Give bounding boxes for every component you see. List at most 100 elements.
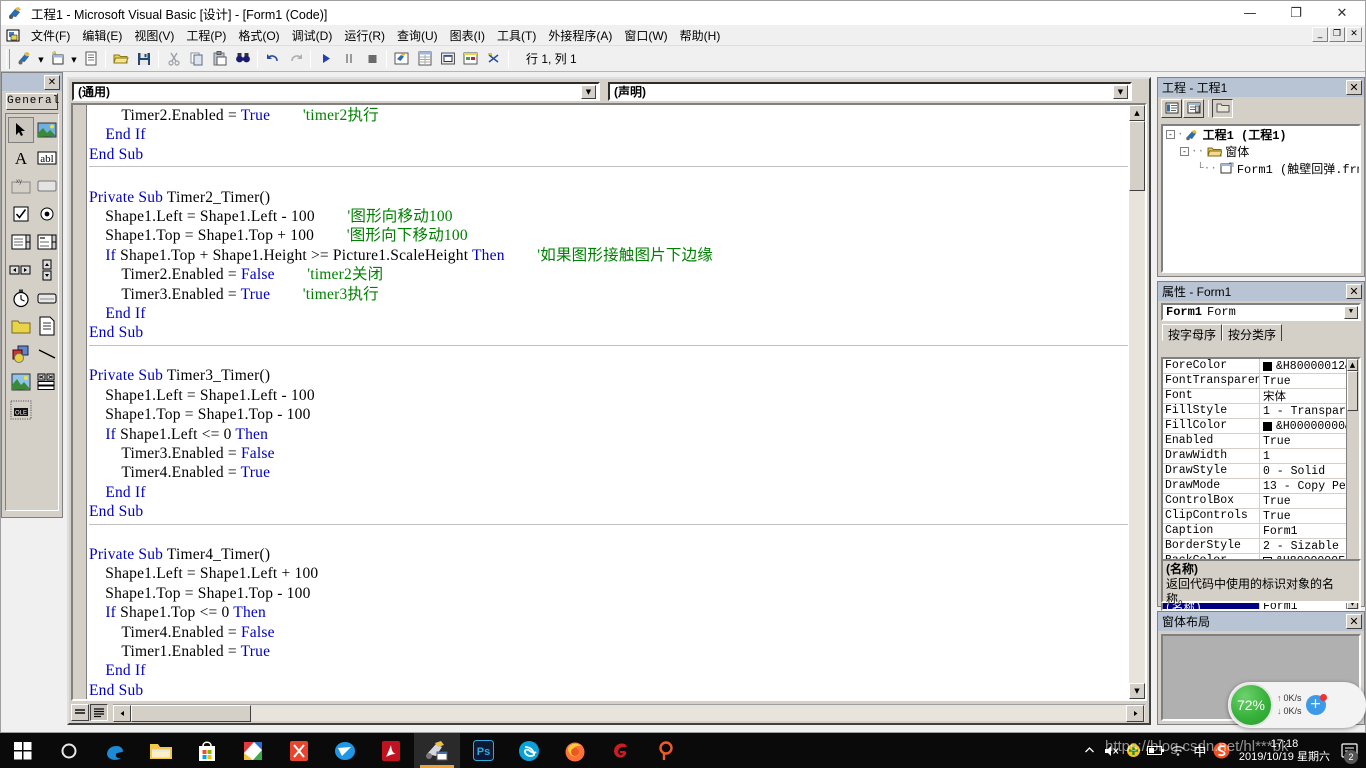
menu-item-run[interactable]: 运行(R) [338, 25, 391, 46]
foxmail-icon[interactable] [322, 733, 368, 768]
procedure-view-icon[interactable] [71, 703, 89, 721]
scroll-left-arrow-icon[interactable] [113, 704, 131, 722]
tab-categorized[interactable]: 按分类序 [1222, 324, 1283, 342]
label-icon[interactable]: A [8, 145, 34, 171]
tray-expand-chevron-icon[interactable] [1079, 733, 1101, 768]
end-icon[interactable] [360, 48, 383, 70]
property-value[interactable]: Form1 [1260, 524, 1359, 538]
checkbox-icon[interactable] [8, 201, 34, 227]
property-value[interactable]: &H00000000& [1260, 419, 1359, 433]
property-row[interactable]: DrawMode 13 - Copy Pen [1163, 479, 1359, 494]
everything-search-icon[interactable] [644, 733, 690, 768]
property-row[interactable]: Font 宋体 [1163, 389, 1359, 404]
horizontal-scroll-thumb[interactable] [131, 704, 251, 722]
mdi-restore-button[interactable]: ❐ [1329, 27, 1345, 42]
window-maximize-button[interactable]: ❐ [1273, 1, 1319, 25]
add-form-dropdown-icon[interactable]: ▼ [69, 48, 79, 70]
property-row[interactable]: ForeColor &H80000012& [1163, 359, 1359, 374]
property-row[interactable]: DrawStyle 0 - Solid [1163, 464, 1359, 479]
tree-node-form1[interactable]: └·· Form1 (触壁回弹.frm) [1163, 160, 1359, 177]
break-icon[interactable] [337, 48, 360, 70]
properties-object-combobox[interactable]: Form1 Form ▼ [1161, 303, 1361, 321]
sogou-ime-icon[interactable] [1211, 733, 1233, 768]
object-combobox[interactable]: (通用) ▼ [72, 81, 600, 101]
properties-object-dropdown-arrow-icon[interactable]: ▼ [1344, 306, 1358, 319]
microsoft-store-icon[interactable] [184, 733, 230, 768]
menu-editor-icon[interactable] [79, 48, 102, 70]
menu-item-edit[interactable]: 编辑(E) [76, 25, 128, 46]
firefox-icon[interactable] [552, 733, 598, 768]
find-icon[interactable] [231, 48, 254, 70]
property-value[interactable]: 0 - Solid [1260, 464, 1359, 478]
properties-scroll-thumb[interactable] [1347, 371, 1358, 411]
menu-item-debug[interactable]: 调试(D) [286, 25, 339, 46]
menu-item-help[interactable]: 帮助(H) [674, 25, 727, 46]
code-editor-area[interactable]: Timer2.Enabled = True 'timer2执行 End If En… [71, 103, 1147, 701]
property-row[interactable]: FillColor &H00000000& [1163, 419, 1359, 434]
object-combobox-arrow-icon[interactable]: ▼ [581, 84, 596, 99]
filelistbox-icon[interactable] [34, 313, 60, 339]
tree-expander-icon[interactable]: - [1180, 147, 1189, 156]
toolbox-icon[interactable] [482, 48, 505, 70]
tree-node-forms[interactable]: - ·· 窗体 [1163, 143, 1359, 160]
add-form-icon[interactable] [46, 48, 69, 70]
dirlistbox-icon[interactable] [8, 313, 34, 339]
ime-language-indicator[interactable]: 中 [1189, 733, 1211, 768]
notification-center-icon[interactable]: 2 [1336, 733, 1362, 768]
pointer-icon[interactable] [8, 117, 34, 143]
project-explorer-tree[interactable]: - · 工程1 (工程1) - ·· 窗体 └·· Form1 (触壁回弹.fr… [1161, 124, 1361, 273]
volume-muted-icon[interactable] [1101, 733, 1123, 768]
photoshop-icon[interactable]: Ps [460, 733, 506, 768]
security-shield-icon[interactable] [1123, 733, 1145, 768]
tree-node-project[interactable]: - · 工程1 (工程1) [1163, 126, 1359, 143]
menu-item-query[interactable]: 查询(U) [391, 25, 444, 46]
property-row[interactable]: DrawWidth 1 [1163, 449, 1359, 464]
drivelistbox-icon[interactable] [34, 285, 60, 311]
edge-browser-icon[interactable] [92, 733, 138, 768]
menu-item-window[interactable]: 窗口(W) [618, 25, 673, 46]
property-row[interactable]: ControlBox True [1163, 494, 1359, 509]
adobe-reader-icon[interactable] [368, 733, 414, 768]
property-value[interactable]: True [1260, 494, 1359, 508]
toolbox-tab-general[interactable]: General [6, 93, 59, 110]
full-module-view-icon[interactable] [90, 703, 108, 721]
redo-icon[interactable] [284, 48, 307, 70]
toolbox-close-button[interactable]: ✕ [44, 74, 60, 90]
object-browser-icon[interactable] [459, 48, 482, 70]
property-row[interactable]: Enabled True [1163, 434, 1359, 449]
properties-close-button[interactable]: ✕ [1346, 284, 1362, 299]
property-row[interactable]: Caption Form1 [1163, 524, 1359, 539]
taskbar-clock[interactable]: 17:18 2019/10/19 星期六 [1233, 738, 1336, 764]
property-value[interactable]: 13 - Copy Pen [1260, 479, 1359, 493]
scroll-up-arrow-icon[interactable]: ▲ [1129, 105, 1145, 121]
form-layout-close-button[interactable]: ✕ [1346, 614, 1362, 629]
toolbar-grip[interactable] [6, 48, 10, 69]
procedure-combobox-arrow-icon[interactable]: ▼ [1113, 84, 1128, 99]
property-value[interactable]: True [1260, 374, 1359, 388]
copy-icon[interactable] [185, 48, 208, 70]
menu-item-file[interactable]: 文件(F) [25, 25, 76, 46]
save-project-icon[interactable] [132, 48, 155, 70]
frame-icon[interactable]: xy [8, 173, 34, 199]
property-row[interactable]: FontTransparent True [1163, 374, 1359, 389]
wifi-icon[interactable] [1167, 733, 1189, 768]
cortana-search-icon[interactable] [46, 733, 92, 768]
image-icon[interactable] [8, 369, 34, 395]
add-project-dropdown-icon[interactable]: ▼ [36, 48, 46, 70]
xmind-icon[interactable] [276, 733, 322, 768]
commandbutton-icon[interactable] [34, 173, 60, 199]
timer-icon[interactable] [8, 285, 34, 311]
form-layout-icon[interactable] [436, 48, 459, 70]
property-value[interactable]: 2 - Sizable [1260, 539, 1359, 553]
network-speed-widget[interactable]: 72% ↑ 0K/s ↓ 0K/s + [1228, 682, 1366, 728]
project-explorer-icon[interactable] [390, 48, 413, 70]
menu-item-tools[interactable]: 工具(T) [491, 25, 542, 46]
hscrollbar-icon[interactable] [8, 257, 34, 283]
code-text-content[interactable]: Timer2.Enabled = True 'timer2执行 End If En… [89, 106, 1128, 699]
vscrollbar-icon[interactable] [34, 257, 60, 283]
code-vertical-scrollbar[interactable]: ▲ ▼ [1129, 105, 1145, 699]
view-code-icon[interactable] [1161, 98, 1182, 118]
property-value[interactable]: 宋体 [1260, 389, 1359, 403]
line-icon[interactable] [34, 341, 60, 367]
window-close-button[interactable]: ✕ [1319, 1, 1365, 25]
